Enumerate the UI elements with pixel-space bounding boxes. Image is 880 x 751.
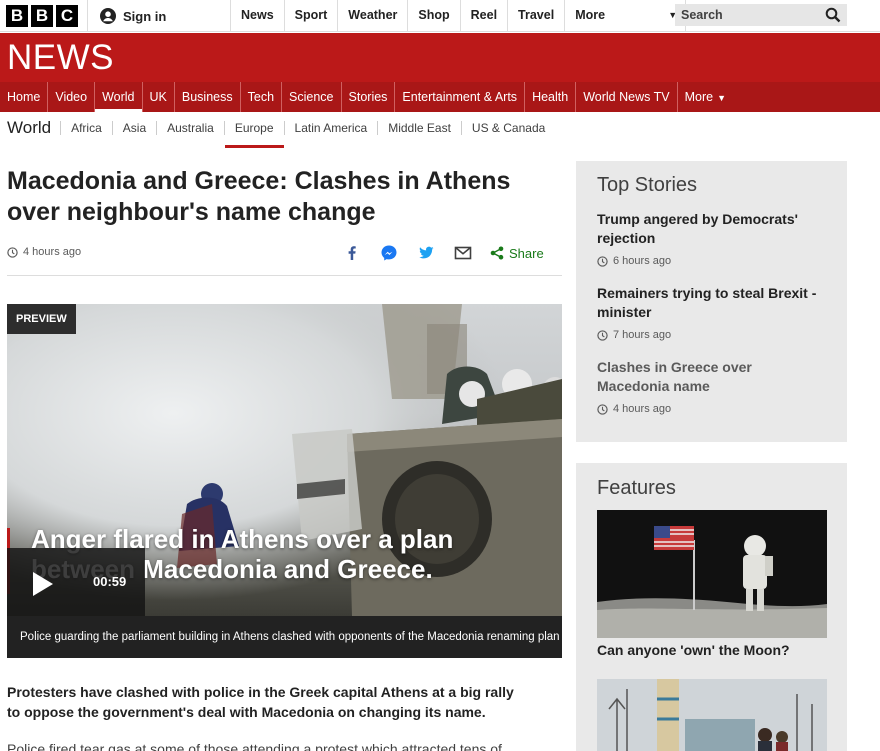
news-header: NEWS bbox=[0, 33, 880, 82]
section-nav-middle-east[interactable]: Middle East bbox=[377, 121, 461, 135]
article-body-paragraph: Police fired tear gas at some of those a… bbox=[7, 741, 502, 751]
nav-world[interactable]: World bbox=[95, 82, 143, 112]
divider bbox=[7, 275, 562, 276]
nav-health[interactable]: Health bbox=[525, 82, 577, 112]
sign-in-link[interactable]: Sign in bbox=[100, 6, 166, 26]
bbc-logo[interactable]: BBC bbox=[6, 5, 78, 27]
section-nav-latin-america[interactable]: Latin America bbox=[283, 121, 378, 135]
top-bar: BBC Sign in News Sport Weather Shop Reel… bbox=[0, 0, 880, 32]
clock-icon bbox=[597, 255, 608, 267]
top-story-link[interactable]: Clashes in Greece over Macedonia name bbox=[597, 358, 827, 396]
user-icon bbox=[100, 8, 116, 24]
top-story-link[interactable]: Remainers trying to steal Brexit - minis… bbox=[597, 284, 827, 322]
main-nav: Home Video World UK Business Tech Scienc… bbox=[0, 82, 880, 112]
article-lede: Protesters have clashed with police in t… bbox=[7, 684, 514, 720]
section-nav-europe[interactable]: Europe bbox=[223, 121, 284, 148]
nav-tech[interactable]: Tech bbox=[241, 82, 283, 112]
nav-stories[interactable]: Stories bbox=[342, 82, 396, 112]
video-player[interactable]: PREVIEW Anger flared in Athens over a pl… bbox=[7, 304, 562, 616]
top-nav-sport[interactable]: Sport bbox=[285, 0, 339, 32]
sign-in-label: Sign in bbox=[123, 8, 167, 24]
top-nav-news[interactable]: News bbox=[231, 0, 285, 32]
nav-uk[interactable]: UK bbox=[143, 82, 175, 112]
nav-more-label: More bbox=[684, 90, 714, 104]
search-icon bbox=[825, 7, 841, 23]
nav-business[interactable]: Business bbox=[175, 82, 241, 112]
preview-badge: PREVIEW bbox=[7, 304, 76, 334]
top-story-item: Clashes in Greece over Macedonia name 4 … bbox=[597, 358, 827, 415]
top-nav-more[interactable]: More ▼ bbox=[565, 0, 687, 32]
share-icon bbox=[490, 246, 504, 260]
article-dateline: 4 hours ago bbox=[7, 246, 81, 258]
facebook-icon[interactable] bbox=[342, 243, 362, 263]
feature-image-moon[interactable] bbox=[597, 510, 827, 638]
clock-icon bbox=[597, 329, 608, 341]
video-caption: Police guarding the parliament building … bbox=[7, 616, 562, 658]
top-story-time: 4 hours ago bbox=[613, 403, 672, 415]
video-duration: 00:59 bbox=[93, 574, 127, 589]
clock-icon bbox=[597, 403, 608, 415]
nav-more[interactable]: More ▼ bbox=[678, 82, 733, 112]
top-story-link[interactable]: Trump angered by Democrats' rejection bbox=[597, 210, 827, 248]
email-icon[interactable] bbox=[453, 243, 473, 263]
search-placeholder: Search bbox=[681, 8, 723, 22]
top-stories-heading: Top Stories bbox=[597, 174, 698, 196]
nav-science[interactable]: Science bbox=[282, 82, 342, 112]
top-nav-weather[interactable]: Weather bbox=[338, 0, 409, 32]
top-story-item: Trump angered by Democrats' rejection 6 … bbox=[597, 210, 827, 267]
twitter-icon[interactable] bbox=[416, 243, 436, 263]
section-nav-australia[interactable]: Australia bbox=[156, 121, 224, 135]
search-input[interactable]: Search bbox=[675, 4, 847, 26]
top-story-time: 7 hours ago bbox=[613, 329, 672, 341]
article-timestamp: 4 hours ago bbox=[23, 246, 82, 258]
share-tools: Share bbox=[342, 243, 544, 263]
nav-video[interactable]: Video bbox=[48, 82, 96, 112]
top-story-item: Remainers trying to steal Brexit - minis… bbox=[597, 284, 827, 341]
section-nav-us-canada[interactable]: US & Canada bbox=[460, 121, 555, 135]
news-wordmark[interactable]: NEWS bbox=[7, 38, 114, 78]
top-nav-travel[interactable]: Travel bbox=[508, 0, 566, 32]
section-nav-asia[interactable]: Asia bbox=[111, 121, 156, 135]
feature-link[interactable]: Can anyone 'own' the Moon? bbox=[597, 641, 790, 660]
play-icon bbox=[33, 572, 53, 596]
nav-home[interactable]: Home bbox=[0, 82, 49, 112]
top-nav-more-label: More bbox=[575, 8, 606, 22]
caret-down-icon: ▼ bbox=[717, 93, 726, 103]
messenger-icon[interactable] bbox=[379, 243, 399, 263]
top-nav-shop[interactable]: Shop bbox=[408, 0, 461, 32]
nav-world-news-tv[interactable]: World News TV bbox=[576, 82, 678, 112]
share-label: Share bbox=[509, 245, 544, 261]
feature-image-second[interactable] bbox=[597, 679, 827, 751]
section-nav: World Africa Asia Australia Europe Latin… bbox=[0, 112, 880, 148]
clock-icon bbox=[7, 246, 18, 258]
top-nav: News Sport Weather Shop Reel Travel More… bbox=[231, 0, 687, 32]
share-button[interactable]: Share bbox=[490, 246, 544, 261]
top-story-time: 6 hours ago bbox=[613, 255, 672, 267]
play-button[interactable]: 00:59 bbox=[7, 548, 145, 616]
nav-entertainment-arts[interactable]: Entertainment & Arts bbox=[395, 82, 526, 112]
section-nav-africa[interactable]: Africa bbox=[60, 121, 112, 135]
top-nav-reel[interactable]: Reel bbox=[461, 0, 509, 32]
section-title[interactable]: World bbox=[0, 118, 60, 138]
article-headline: Macedonia and Greece: Clashes in Athens … bbox=[7, 167, 511, 226]
features-heading: Features bbox=[597, 477, 676, 499]
